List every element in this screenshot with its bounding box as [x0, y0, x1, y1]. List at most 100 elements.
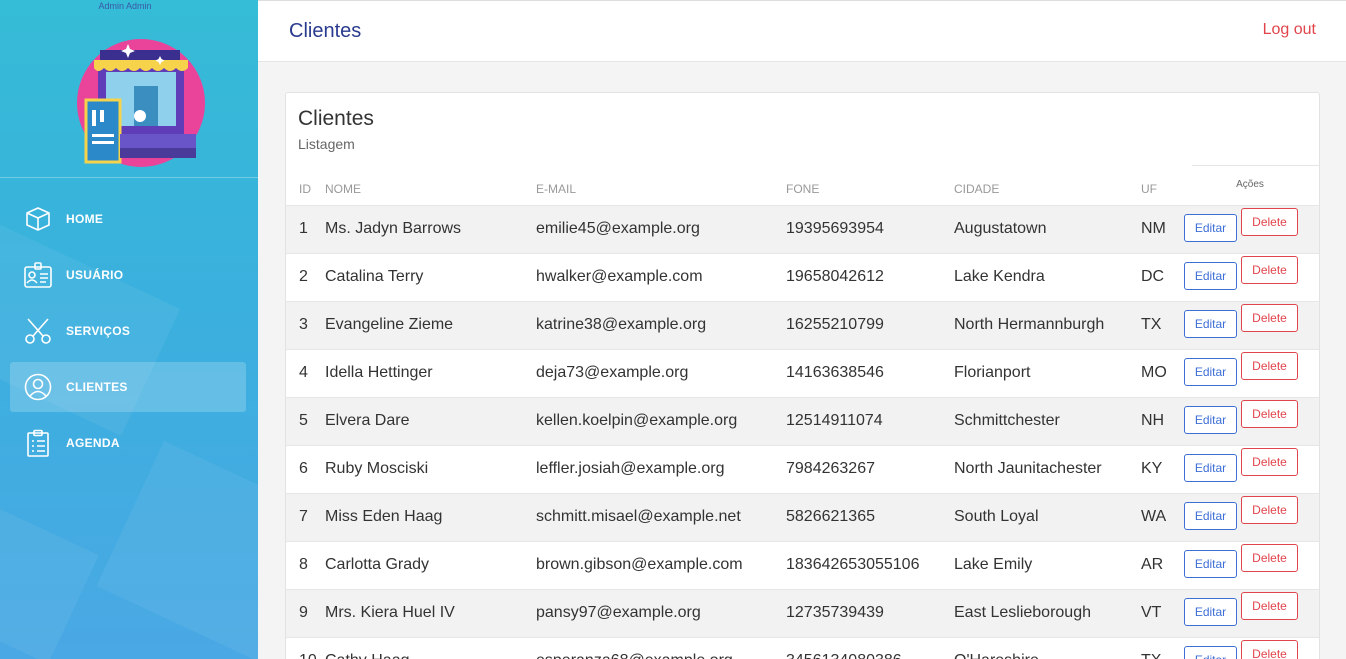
cell-uf: DC — [1141, 252, 1179, 301]
cell-fone: 5826621365 — [786, 492, 954, 541]
edit-button[interactable]: Editar — [1184, 597, 1237, 626]
sidebar: Admin Admin HOME USUÁRIO SERVIÇOS CLIENT… — [0, 0, 258, 659]
cell-actions: EditarDelete — [1179, 396, 1319, 445]
sidebar-item-label: SERVIÇOS — [66, 324, 131, 338]
cell-email: brown.gibson@example.com — [536, 540, 786, 589]
cell-fone: 3456134080386 — [786, 636, 954, 659]
edit-button[interactable]: Editar — [1184, 645, 1237, 659]
table-row: 5 Elvera Dare kellen.koelpin@example.org 12… — [286, 396, 1319, 445]
sidebar-item-label: HOME — [66, 212, 104, 226]
cell-nome: Ruby Mosciski — [325, 444, 536, 493]
cell-nome: Miss Eden Haag — [325, 492, 536, 541]
sidebar-item-home[interactable]: HOME — [10, 194, 246, 244]
cell-actions: EditarDelete — [1179, 300, 1319, 349]
cell-cidade: North Jaunitachester — [954, 444, 1141, 493]
cell-email: hwalker@example.com — [536, 252, 786, 301]
cell-email: pansy97@example.org — [536, 588, 786, 637]
cell-email: schmitt.misael@example.net — [536, 492, 786, 541]
sidebar-item-usuario[interactable]: USUÁRIO — [10, 250, 246, 300]
cell-nome: Evangeline Zieme — [325, 300, 536, 349]
delete-button[interactable]: Delete — [1241, 303, 1298, 332]
cell-cidade: O'Hareshire — [954, 636, 1141, 659]
cube-icon — [24, 205, 52, 233]
cell-id: 1 — [286, 204, 325, 253]
delete-button[interactable]: Delete — [1241, 351, 1298, 380]
cell-nome: Elvera Dare — [325, 396, 536, 445]
cell-id: 7 — [286, 492, 325, 541]
column-header-cidade: CIDADE — [954, 181, 1000, 196]
cell-cidade: North Hermannburgh — [954, 300, 1141, 349]
cell-email: kellen.koelpin@example.org — [536, 396, 786, 445]
cell-email: leffler.josiah@example.org — [536, 444, 786, 493]
cell-email: esperanza68@example.org — [536, 636, 786, 659]
table-row: 2 Catalina Terry hwalker@example.com 196580… — [286, 252, 1319, 301]
sidebar-item-agenda[interactable]: AGENDA — [10, 418, 246, 468]
sidebar-divider — [0, 177, 258, 178]
cell-fone: 14163638546 — [786, 348, 954, 397]
table-row: 8 Carlotta Grady brown.gibson@example.com 1… — [286, 540, 1319, 589]
delete-button[interactable]: Delete — [1241, 591, 1298, 620]
sidebar-item-servicos[interactable]: SERVIÇOS — [10, 306, 246, 356]
cell-nome: Catalina Terry — [325, 252, 536, 301]
edit-button[interactable]: Editar — [1184, 405, 1237, 434]
delete-button[interactable]: Delete — [1241, 207, 1298, 236]
delete-button[interactable]: Delete — [1241, 495, 1298, 524]
cell-nome: Carlotta Grady — [325, 540, 536, 589]
delete-button[interactable]: Delete — [1241, 399, 1298, 428]
sidebar-item-label: AGENDA — [66, 436, 120, 450]
cell-cidade: Schmittchester — [954, 396, 1141, 445]
storefront-logo-icon — [77, 39, 205, 167]
table-row: 1 Ms. Jadyn Barrows emilie45@example.org 19… — [286, 204, 1319, 253]
card-subtitle: Listagem — [298, 136, 355, 152]
table-row: 7 Miss Eden Haag schmitt.misael@example.ne… — [286, 492, 1319, 541]
delete-button[interactable]: Delete — [1241, 639, 1298, 659]
background-shape — [0, 496, 99, 659]
edit-button[interactable]: Editar — [1184, 309, 1237, 338]
actions-header-divider — [1192, 165, 1319, 166]
cell-actions: EditarDelete — [1179, 204, 1319, 253]
cell-actions: EditarDelete — [1179, 540, 1319, 589]
cell-fone: 12514911074 — [786, 396, 954, 445]
column-header-email: E-MAIL — [536, 181, 577, 196]
table-row: 6 Ruby Mosciski leffler.josiah@example.org… — [286, 444, 1319, 493]
cell-uf: MO — [1141, 348, 1179, 397]
user-circle-icon — [24, 373, 52, 401]
table-header-row: ID NOME E-MAIL FONE CIDADE UF Ações — [286, 173, 1319, 205]
cell-cidade: South Loyal — [954, 492, 1141, 541]
cell-id: 4 — [286, 348, 325, 397]
column-header-nome: NOME — [325, 181, 361, 196]
cell-uf: NH — [1141, 396, 1179, 445]
cell-uf: VT — [1141, 588, 1179, 637]
delete-button[interactable]: Delete — [1241, 447, 1298, 476]
cell-id: 9 — [286, 588, 325, 637]
logout-link[interactable]: Log out — [1263, 21, 1316, 39]
edit-button[interactable]: Editar — [1184, 213, 1237, 242]
edit-button[interactable]: Editar — [1184, 501, 1237, 530]
column-header-acoes: Ações — [1236, 179, 1264, 190]
card-title: Clientes — [298, 107, 374, 130]
column-header-id: ID — [299, 181, 311, 196]
edit-button[interactable]: Editar — [1184, 261, 1237, 290]
cell-email: emilie45@example.org — [536, 204, 786, 253]
cell-uf: TX — [1141, 300, 1179, 349]
cell-nome: Idella Hettinger — [325, 348, 536, 397]
edit-button[interactable]: Editar — [1184, 549, 1237, 578]
sidebar-item-clientes[interactable]: CLIENTES — [10, 362, 246, 412]
column-header-uf: UF — [1141, 181, 1157, 196]
clients-table: ID NOME E-MAIL FONE CIDADE UF Ações 1 Ms.… — [286, 173, 1319, 659]
cell-fone: 19395693954 — [786, 204, 954, 253]
scissors-icon — [24, 317, 52, 345]
cell-nome: Mrs. Kiera Huel IV — [325, 588, 536, 637]
edit-button[interactable]: Editar — [1184, 357, 1237, 386]
edit-button[interactable]: Editar — [1184, 453, 1237, 482]
cell-id: 3 — [286, 300, 325, 349]
delete-button[interactable]: Delete — [1241, 543, 1298, 572]
cell-uf: TX — [1141, 636, 1179, 659]
cell-email: katrine38@example.org — [536, 300, 786, 349]
table-row: 10Cathy Haagesperanza68@example.org34561… — [286, 636, 1319, 659]
cell-email: deja73@example.org — [536, 348, 786, 397]
delete-button[interactable]: Delete — [1241, 255, 1298, 284]
cell-uf: NM — [1141, 204, 1179, 253]
cell-cidade: Florianport — [954, 348, 1141, 397]
sidebar-item-label: USUÁRIO — [66, 268, 124, 282]
